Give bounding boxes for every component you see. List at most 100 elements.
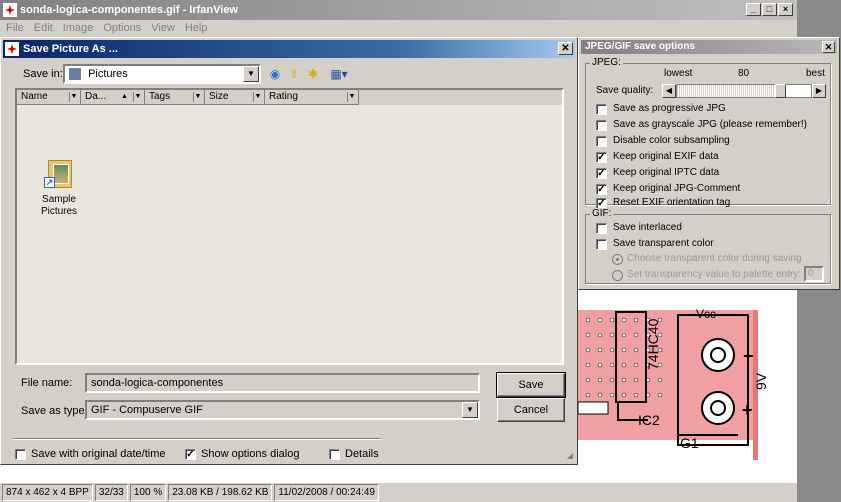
cancel-button[interactable]: Cancel: [497, 398, 565, 422]
slider-left-arrow[interactable]: ◀: [662, 84, 676, 98]
progressive-checkbox[interactable]: [596, 104, 607, 115]
status-zoom: 100 %: [129, 484, 167, 501]
menu-image[interactable]: Image: [63, 20, 94, 37]
irfanview-icon: [5, 42, 19, 56]
keep-iptc-checkbox[interactable]: ✓: [596, 168, 607, 179]
main-title-text: sonda-logica-componentes.gif - IrfanView: [20, 4, 238, 16]
save-in-value: Pictures: [88, 68, 128, 80]
chevron-down-icon: ▼: [69, 92, 78, 102]
sort-up-icon: ▲: [121, 93, 128, 100]
jpeg-gif-options-dialog: JPEG/GIF save options ✕ JPEG: lowest 80 …: [578, 37, 840, 290]
save-dialog-close-button[interactable]: ✕: [558, 42, 573, 55]
column-tags[interactable]: Tags ▼: [145, 90, 205, 105]
show-options-label: Show options dialog: [201, 448, 300, 460]
options-close-button[interactable]: ✕: [822, 41, 835, 53]
pcb-ground-label: G1: [680, 435, 699, 451]
pictures-folder-icon: [69, 68, 81, 81]
keep-exif-checkbox[interactable]: ✓: [596, 152, 607, 163]
jpeg-group: JPEG: lowest 80 best Save quality: ◀ ▶ S…: [585, 57, 831, 209]
maximize-button[interactable]: □: [762, 3, 777, 16]
file-list[interactable]: Name ▼ Da... ▲ ▼ Tags ▼ Size ▼ Rating ▼ ↗ Samp…: [15, 88, 564, 365]
view-menu-icon[interactable]: ▦▾: [327, 66, 351, 82]
slider-track: [677, 85, 775, 97]
column-rating[interactable]: Rating ▼: [265, 90, 359, 105]
menu-options[interactable]: Options: [103, 20, 141, 37]
menu-edit[interactable]: Edit: [34, 20, 53, 37]
main-title-bar[interactable]: sonda-logica-componentes.gif - IrfanView…: [0, 0, 797, 20]
divider: [13, 438, 381, 440]
slider-right-arrow[interactable]: ▶: [812, 84, 826, 98]
subsampling-checkbox[interactable]: [596, 136, 607, 147]
transparent-checkbox[interactable]: [596, 239, 607, 250]
file-name-label: File name:: [21, 377, 73, 389]
save-dialog-title-bar[interactable]: Save Picture As ... ✕: [3, 40, 575, 58]
resize-grip-icon[interactable]: ◢: [567, 451, 573, 460]
minimize-button[interactable]: _: [746, 3, 761, 16]
menu-help[interactable]: Help: [185, 20, 208, 37]
palette-entry-input[interactable]: 0: [804, 266, 824, 282]
quality-scale-low: lowest: [664, 68, 693, 79]
gif-group-label: GIF:: [590, 208, 614, 219]
choose-color-radio[interactable]: [612, 254, 623, 265]
chevron-down-icon: ▼: [253, 92, 262, 102]
slider-thumb[interactable]: [775, 84, 786, 98]
back-icon[interactable]: ◉: [267, 66, 283, 82]
save-as-type-dropdown[interactable]: GIF - Compuserve GIF ▼: [85, 400, 480, 420]
palette-entry-label: Set transparency value to palette entry:: [627, 269, 801, 280]
status-index: 32/33: [94, 484, 128, 501]
pcb-plus-label: +: [742, 400, 753, 420]
pcb-minus-label: −: [743, 346, 754, 366]
grayscale-checkbox[interactable]: [596, 120, 607, 131]
pcb-image: 74HC40 IC2 9V − + G1 Vcc: [578, 290, 773, 460]
column-date[interactable]: Da... ▲ ▼: [81, 90, 145, 105]
list-item[interactable]: ↗ Sample Pictures: [31, 158, 87, 238]
column-name[interactable]: Name ▼: [17, 90, 81, 105]
save-with-date-checkbox[interactable]: [15, 449, 26, 460]
show-options-checkbox[interactable]: ✓: [185, 449, 196, 460]
save-as-type-label: Save as type:: [21, 405, 88, 417]
save-with-date-label: Save with original date/time: [31, 448, 166, 460]
list-item-label: Sample Pictures: [40, 194, 78, 217]
jpeg-group-label: JPEG:: [590, 57, 623, 68]
details-label: Details: [345, 448, 379, 460]
save-dialog-title: Save Picture As ...: [23, 43, 118, 55]
shortcut-arrow-icon: ↗: [44, 177, 55, 188]
quality-scale-value: 80: [738, 68, 750, 79]
palette-entry-radio[interactable]: [612, 270, 623, 281]
status-bar: 874 x 462 x 4 BPP 32/33 100 % 23.08 KB /…: [0, 483, 797, 502]
save-quality-label: Save quality:: [596, 85, 654, 96]
save-quality-slider[interactable]: [676, 84, 812, 98]
pcb-chip-label: 74HC40: [645, 318, 661, 370]
save-dialog: Save Picture As ... ✕ Save in: Pictures …: [0, 37, 578, 465]
close-button[interactable]: ×: [778, 3, 793, 16]
gif-group: GIF: Save interlaced Save transparent co…: [585, 208, 831, 284]
irfanview-icon: [3, 3, 17, 17]
chevron-down-icon: ▼: [462, 402, 478, 418]
save-as-type-value: GIF - Compuserve GIF: [91, 404, 203, 416]
menu-bar: File Edit Image Options View Help: [0, 20, 797, 37]
folder-icon: ↗: [44, 158, 74, 190]
file-name-input[interactable]: sonda-logica-componentes: [85, 373, 480, 393]
up-folder-icon[interactable]: ⇧: [286, 66, 302, 82]
keep-comment-checkbox[interactable]: ✓: [596, 184, 607, 195]
options-title-bar[interactable]: JPEG/GIF save options ✕: [581, 40, 837, 54]
pcb-vcc-label: Vcc: [696, 307, 716, 321]
pcb-ic-label: IC2: [638, 412, 660, 428]
column-size[interactable]: Size ▼: [205, 90, 265, 105]
pcb-graphic: 74HC40 IC2 9V − + G1 Vcc: [578, 290, 773, 460]
quality-scale-high: best: [806, 68, 825, 79]
save-in-dropdown[interactable]: Pictures ▼: [63, 64, 261, 84]
pcb-voltage-label: 9V: [753, 372, 769, 390]
status-datetime: 11/02/2008 / 00:24:49: [274, 484, 379, 501]
chevron-down-icon: ▼: [133, 92, 142, 102]
save-button[interactable]: Save: [496, 372, 566, 398]
chevron-down-icon: ▼: [243, 66, 259, 82]
interlaced-checkbox[interactable]: [596, 223, 607, 234]
menu-file[interactable]: File: [6, 20, 24, 37]
new-folder-icon[interactable]: ✱: [305, 66, 321, 82]
menu-view[interactable]: View: [151, 20, 175, 37]
details-checkbox[interactable]: [329, 449, 340, 460]
chevron-down-icon: ▼: [347, 92, 356, 102]
options-title: JPEG/GIF save options: [585, 41, 696, 52]
file-list-header: Name ▼ Da... ▲ ▼ Tags ▼ Size ▼ Rating ▼: [17, 90, 562, 105]
